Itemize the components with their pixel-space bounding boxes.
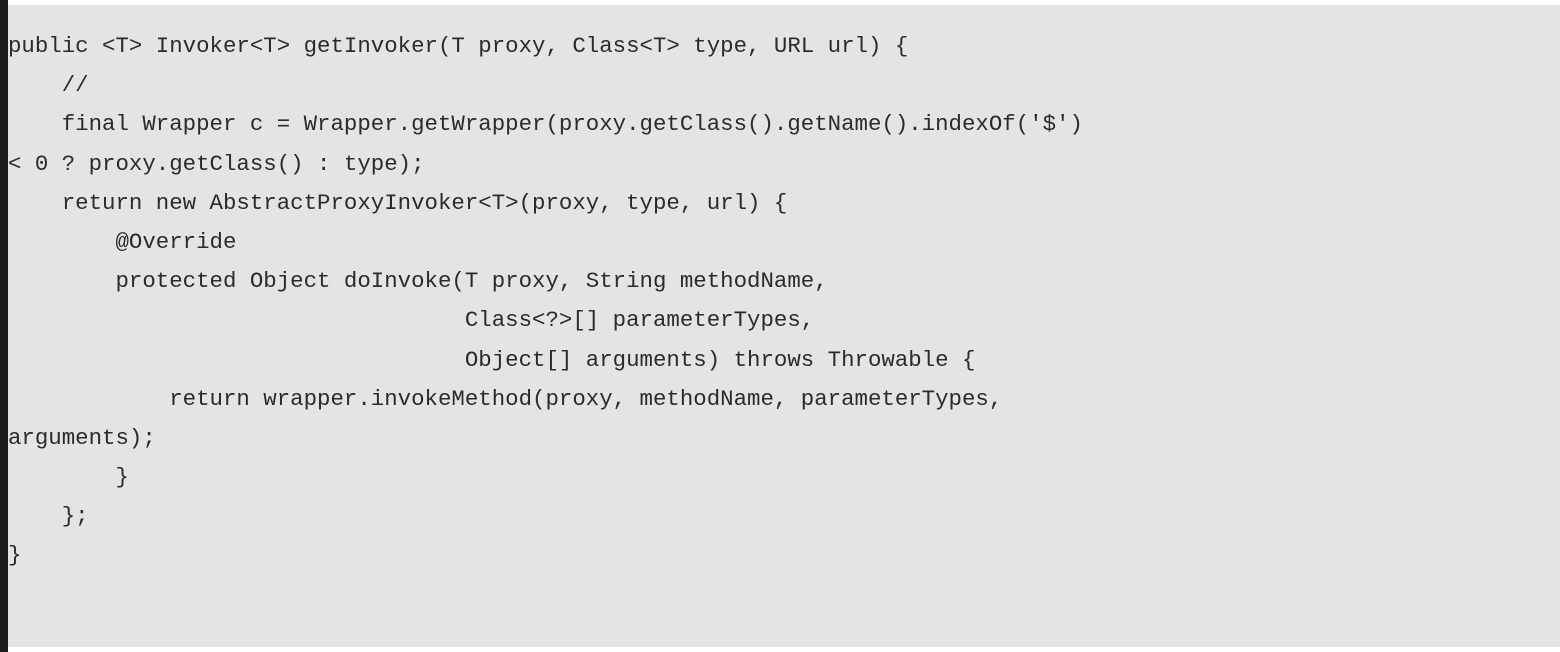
code-line: public <T> Invoker<T> getInvoker(T proxy… [8, 33, 909, 59]
code-line: @Override [8, 228, 237, 255]
code-line: Object[] arguments) throws Throwable { [8, 346, 976, 373]
code-line: } [8, 542, 22, 569]
code-line: }; [8, 503, 89, 530]
code-line: arguments); [8, 424, 156, 451]
code-line: return new AbstractProxyInvoker<T>(proxy… [8, 189, 788, 216]
code-block: public <T> Invoker<T> getInvoker(T proxy… [8, 5, 1560, 647]
code-line: // [8, 72, 89, 99]
code-lines: public <T> Invoker<T> getInvoker(T proxy… [8, 27, 1083, 576]
left-margin-rule [0, 0, 8, 652]
code-line: } [8, 464, 129, 491]
code-line: return wrapper.invokeMethod(proxy, metho… [8, 385, 1003, 412]
code-line: final Wrapper c = Wrapper.getWrapper(pro… [8, 111, 1083, 138]
code-line: protected Object doInvoke(T proxy, Strin… [8, 268, 828, 295]
code-line: Class<?>[] parameterTypes, [8, 307, 815, 334]
code-line: < 0 ? proxy.getClass() : type); [8, 150, 425, 177]
